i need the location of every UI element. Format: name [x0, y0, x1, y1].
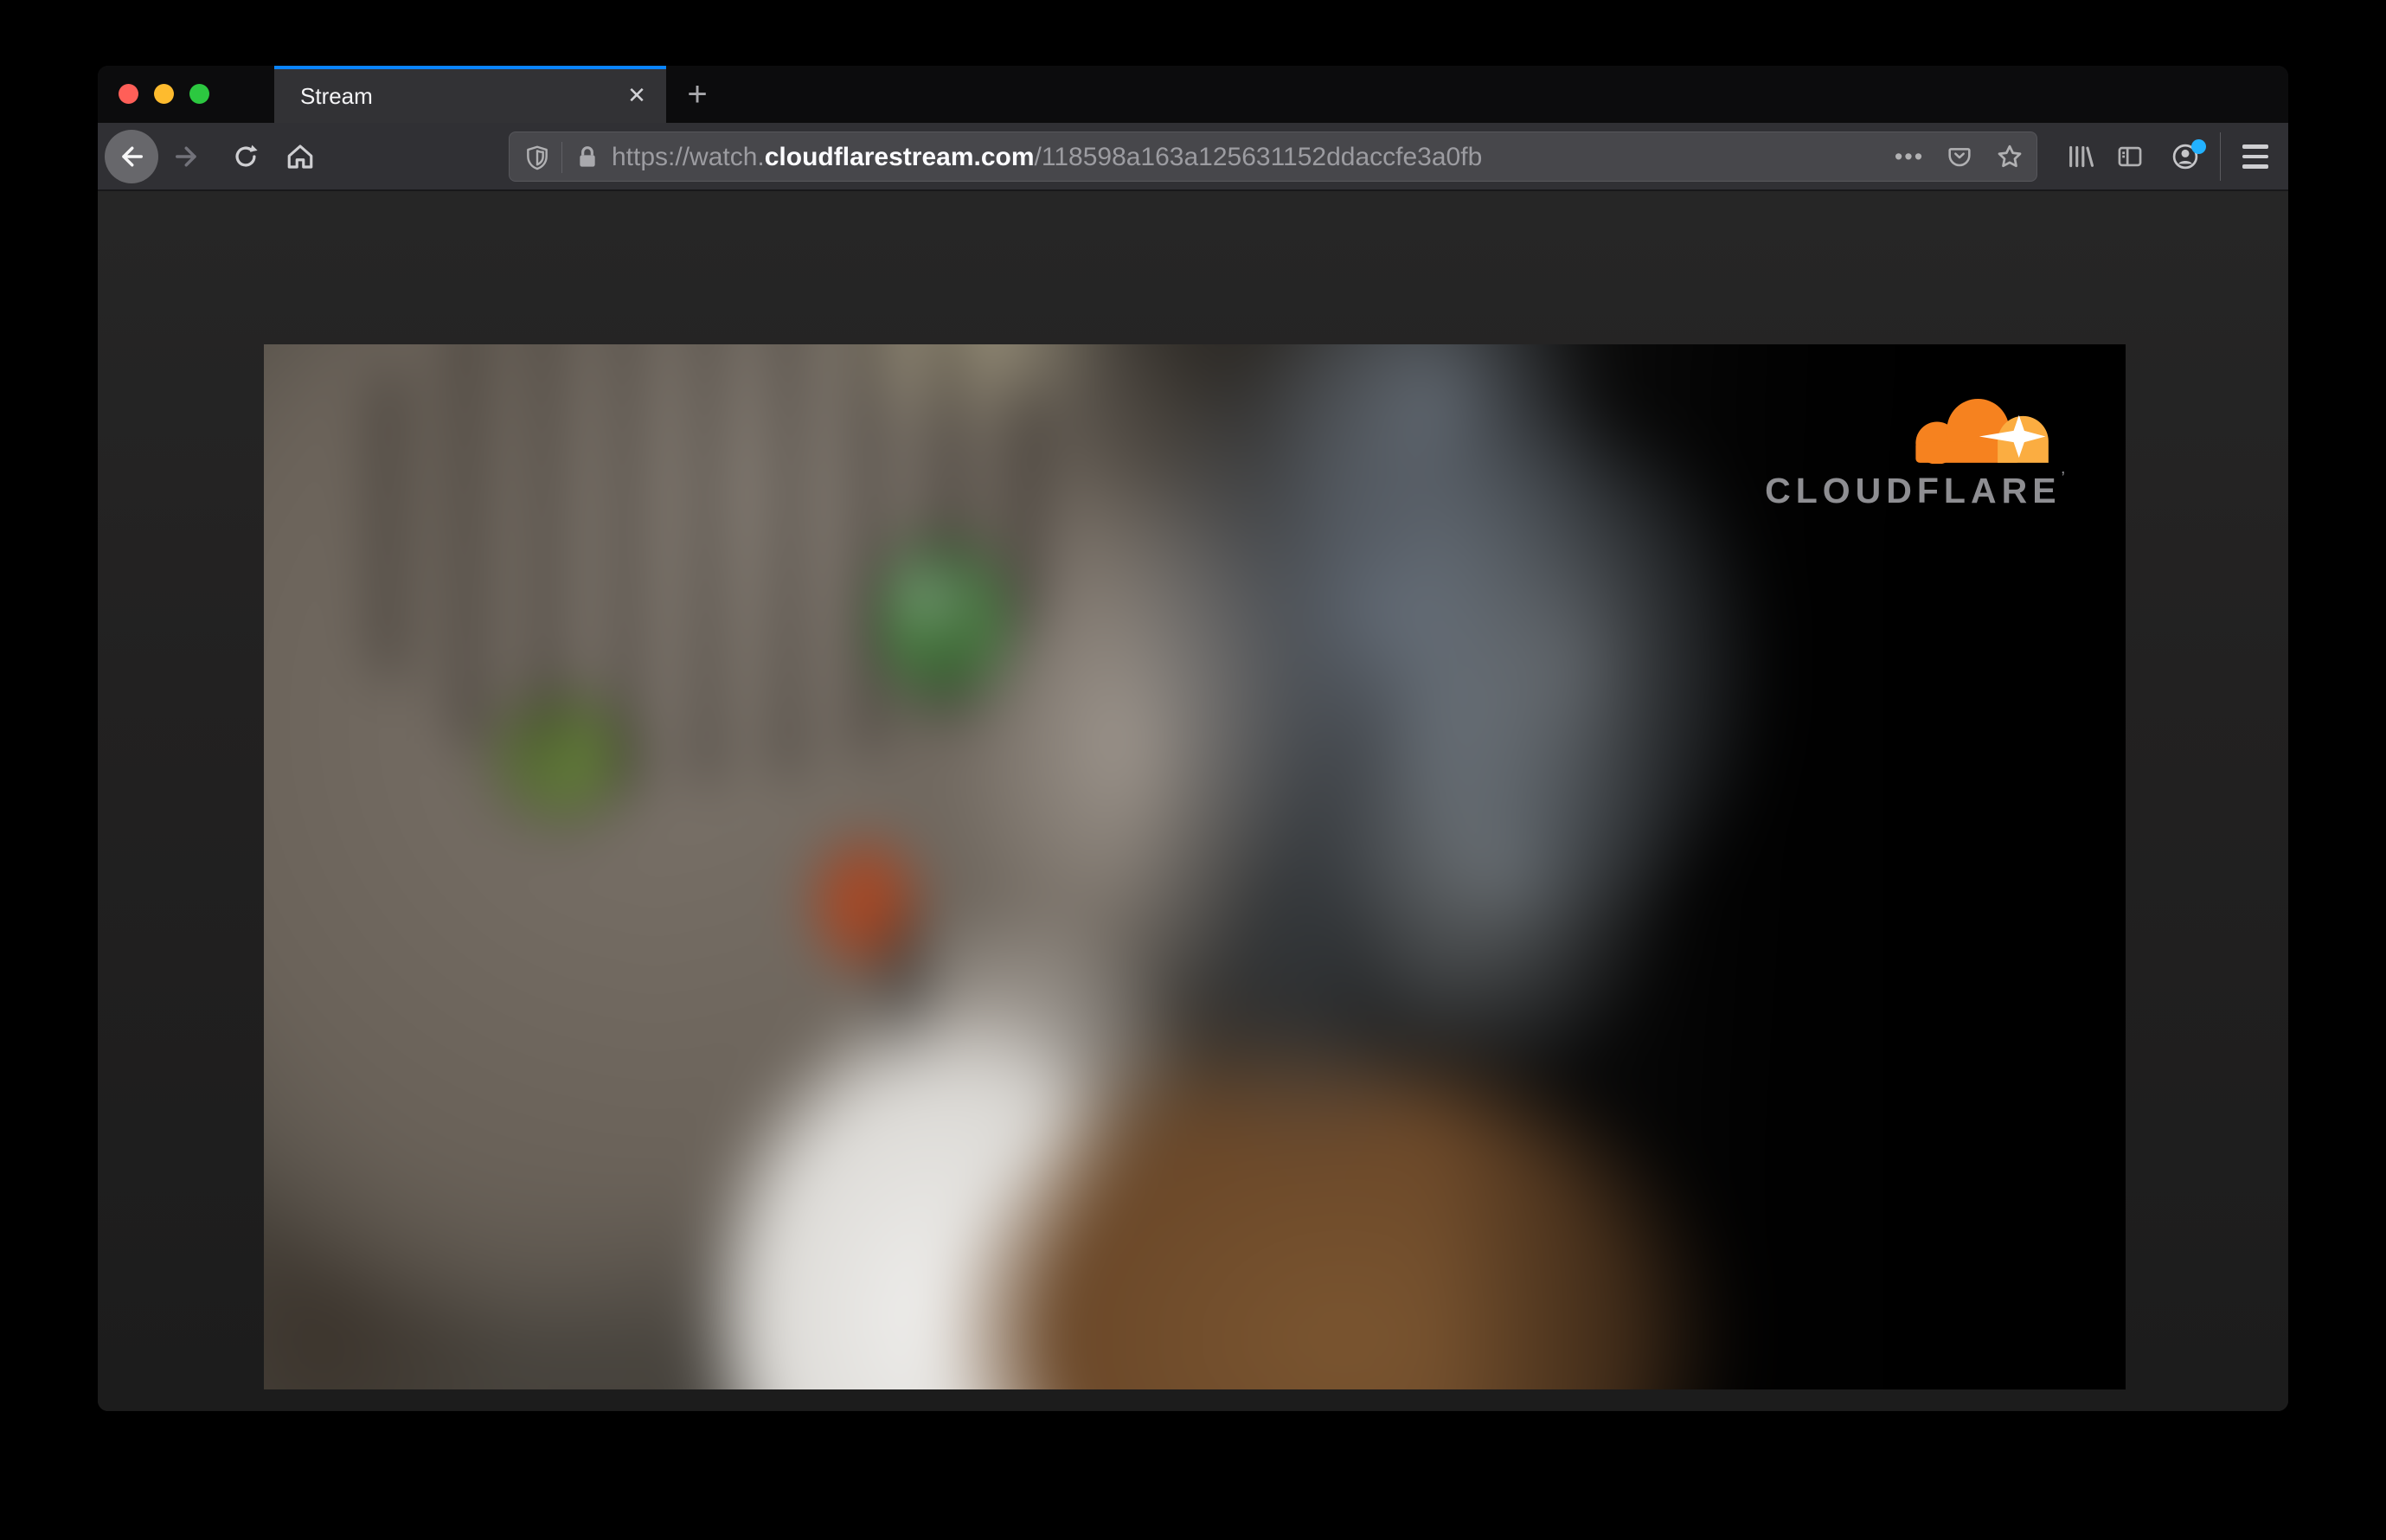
close-window-button[interactable] — [119, 84, 138, 104]
window-controls — [119, 84, 209, 104]
pocket-button[interactable] — [1941, 136, 1978, 177]
tab-bar: Stream ✕ + — [98, 66, 2288, 123]
toolbar-separator — [2220, 132, 2221, 181]
back-icon — [116, 141, 147, 172]
tab-close-button[interactable]: ✕ — [621, 80, 652, 111]
tracking-protection-shield-icon[interactable] — [523, 144, 551, 171]
url-text: https://watch.cloudflarestream.com/11859… — [612, 132, 1482, 181]
bookmark-star-button[interactable] — [1992, 136, 2028, 177]
cloudflare-wordmark: CLOUDFLARE — [1765, 471, 2062, 510]
refresh-button[interactable] — [225, 136, 266, 177]
refresh-icon — [231, 142, 260, 171]
sidebar-button[interactable] — [2109, 136, 2151, 177]
forward-button[interactable] — [166, 136, 208, 177]
video-player[interactable]: CLOUDFLARE’ — [264, 344, 2126, 1389]
navigation-toolbar: https://watch.cloudflarestream.com/11859… — [98, 123, 2288, 191]
new-tab-button[interactable]: + — [677, 75, 717, 115]
sidebar-icon — [2115, 142, 2145, 171]
star-icon — [1995, 142, 2024, 171]
library-button[interactable] — [2060, 136, 2101, 177]
url-domain: cloudflarestream.com — [764, 143, 1035, 171]
back-button[interactable] — [105, 130, 158, 183]
address-bar[interactable]: https://watch.cloudflarestream.com/11859… — [509, 132, 2037, 182]
home-button[interactable] — [279, 136, 321, 177]
https-lock-icon[interactable] — [574, 144, 601, 171]
page-actions-button[interactable]: ••• — [1891, 136, 1927, 177]
library-icon — [2066, 142, 2095, 171]
hamburger-menu-icon — [2242, 144, 2268, 169]
menu-button[interactable] — [2235, 136, 2276, 177]
forward-icon — [171, 141, 202, 172]
pocket-icon — [1946, 143, 1973, 170]
zoom-window-button[interactable] — [189, 84, 209, 104]
address-bar-separator — [561, 142, 562, 173]
cloudflare-logo: CLOUDFLARE’ — [1765, 395, 2065, 510]
cloudflare-trademark: ’ — [2061, 469, 2065, 488]
url-prefix: https://watch. — [612, 143, 765, 171]
account-notification-badge — [2191, 139, 2206, 154]
address-bar-actions: ••• — [1891, 132, 2028, 181]
tab-stream[interactable]: Stream ✕ — [274, 66, 666, 123]
screen: Stream ✕ + https://watch.cloudflarestrea… — [0, 0, 2386, 1540]
tab-title: Stream — [300, 83, 373, 109]
home-icon — [285, 141, 316, 172]
page-content: CLOUDFLARE’ — [98, 191, 2288, 1411]
url-path: /118598a163a125631152ddaccfe3a0fb — [1034, 143, 1483, 171]
browser-window: Stream ✕ + https://watch.cloudflarestrea… — [98, 66, 2288, 1411]
cloudflare-cloud-icon — [1915, 398, 2049, 464]
minimize-window-button[interactable] — [154, 84, 174, 104]
